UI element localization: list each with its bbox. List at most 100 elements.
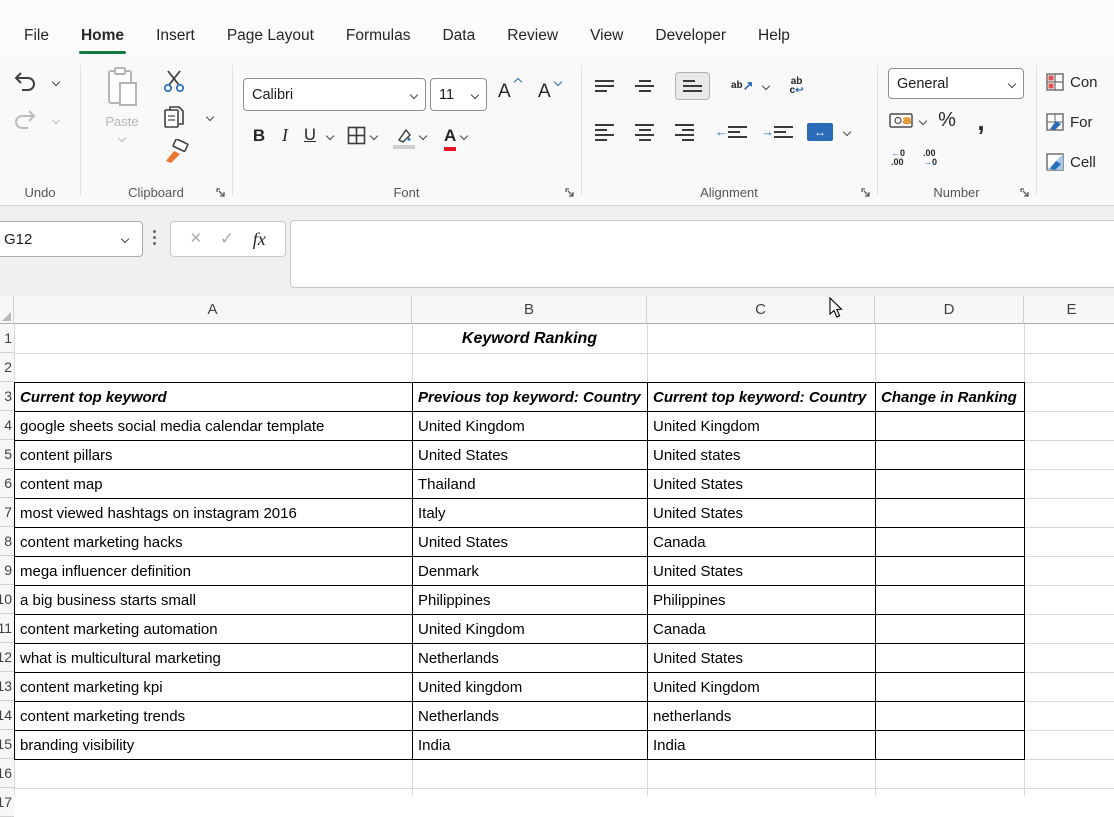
format-painter-icon[interactable] xyxy=(162,139,190,165)
copy-dropdown-icon[interactable] xyxy=(206,113,214,121)
table-cell[interactable]: United states xyxy=(648,441,876,470)
table-header-cell[interactable]: Current top keyword: Country xyxy=(648,383,876,412)
table-cell[interactable]: United Kingdom xyxy=(648,673,876,702)
table-cell[interactable]: United kingdom xyxy=(413,673,648,702)
table-cell[interactable]: United States xyxy=(648,499,876,528)
name-box[interactable]: G12 xyxy=(0,221,143,257)
table-cell[interactable] xyxy=(876,615,1025,644)
number-format-combo[interactable]: General xyxy=(888,68,1024,99)
menu-tab-file[interactable]: File xyxy=(8,27,65,57)
table-cell[interactable]: Thailand xyxy=(413,470,648,499)
align-top-icon[interactable] xyxy=(595,80,614,92)
table-cell[interactable]: content pillars xyxy=(15,441,413,470)
row-header-8[interactable]: 8 xyxy=(0,527,14,556)
table-cell[interactable]: what is multicultural marketing xyxy=(15,644,413,673)
formula-input[interactable] xyxy=(290,220,1114,288)
menu-tab-review[interactable]: Review xyxy=(491,27,574,57)
fill-color-icon[interactable] xyxy=(393,127,415,144)
row-header-11[interactable]: 11 xyxy=(0,614,14,643)
row-header-12[interactable]: 12 xyxy=(0,643,14,672)
increase-font-size-button[interactable]: A xyxy=(498,81,511,103)
clipboard-dialog-launcher-icon[interactable] xyxy=(216,186,227,197)
row-header-3[interactable]: 3 xyxy=(0,382,14,411)
undo-icon[interactable] xyxy=(12,71,38,93)
font-color-icon[interactable]: A xyxy=(444,126,456,146)
table-cell[interactable]: content map xyxy=(15,470,413,499)
decrease-font-size-button[interactable]: A xyxy=(538,81,551,103)
table-cell[interactable]: United States xyxy=(648,470,876,499)
align-left-icon[interactable] xyxy=(595,124,614,141)
table-cell[interactable] xyxy=(876,441,1025,470)
accounting-format-icon[interactable] xyxy=(889,112,915,129)
table-cell[interactable]: most viewed hashtags on instagram 2016 xyxy=(15,499,413,528)
table-cell[interactable]: content marketing hacks xyxy=(15,528,413,557)
table-cell[interactable] xyxy=(876,470,1025,499)
insert-function-icon[interactable]: fx xyxy=(253,229,266,250)
row-header-5[interactable]: 5 xyxy=(0,440,14,469)
menu-tab-help[interactable]: Help xyxy=(742,27,806,57)
formula-bar-grip-icon[interactable] xyxy=(153,230,156,245)
table-cell[interactable]: India xyxy=(413,731,648,760)
percent-style-button[interactable]: % xyxy=(926,109,968,132)
table-cell[interactable] xyxy=(876,586,1025,615)
underline-dropdown-icon[interactable] xyxy=(326,131,334,139)
table-cell[interactable]: India xyxy=(648,731,876,760)
italic-button[interactable]: I xyxy=(272,125,298,146)
table-cell[interactable]: Philippines xyxy=(413,586,648,615)
table-cell[interactable] xyxy=(876,528,1025,557)
redo-icon[interactable] xyxy=(12,109,38,131)
select-all-corner[interactable] xyxy=(0,296,14,324)
row-header-13[interactable]: 13 xyxy=(0,672,14,701)
table-cell[interactable] xyxy=(876,644,1025,673)
copy-icon[interactable] xyxy=(162,104,186,130)
paste-dropdown-icon[interactable] xyxy=(118,134,126,142)
table-header-cell[interactable]: Change in Ranking xyxy=(876,383,1025,412)
orientation-dropdown-icon[interactable] xyxy=(761,82,769,90)
enter-icon[interactable]: ✓ xyxy=(220,229,234,249)
sheet-title-cell[interactable]: Keyword Ranking xyxy=(412,324,647,353)
borders-icon[interactable] xyxy=(347,126,366,145)
table-cell[interactable]: Italy xyxy=(413,499,648,528)
table-cell[interactable]: a big business starts small xyxy=(15,586,413,615)
align-right-icon[interactable] xyxy=(675,124,694,141)
column-header-d[interactable]: D xyxy=(875,296,1024,324)
table-cell[interactable]: netherlands xyxy=(648,702,876,731)
table-cell[interactable]: Denmark xyxy=(413,557,648,586)
increase-decimal-icon[interactable]: ←0 .00 xyxy=(891,149,905,167)
row-header-4[interactable]: 4 xyxy=(0,411,14,440)
font-name-combo[interactable]: Calibri xyxy=(243,78,426,111)
row-header-9[interactable]: 9 xyxy=(0,556,14,585)
row-header-17[interactable]: 17 xyxy=(0,788,14,817)
font-color-dropdown-icon[interactable] xyxy=(460,131,468,139)
align-middle-icon[interactable] xyxy=(635,80,654,92)
underline-button[interactable]: U xyxy=(298,126,322,145)
conditional-formatting-button[interactable]: Con xyxy=(1046,73,1098,91)
paste-button[interactable]: Paste xyxy=(94,67,150,147)
table-cell[interactable]: content marketing kpi xyxy=(15,673,413,702)
number-dialog-launcher-icon[interactable] xyxy=(1020,186,1031,197)
table-cell[interactable]: United Kingdom xyxy=(413,615,648,644)
row-header-6[interactable]: 6 xyxy=(0,469,14,498)
undo-dropdown-icon[interactable] xyxy=(52,78,60,86)
menu-tab-view[interactable]: View xyxy=(574,27,639,57)
redo-dropdown-icon[interactable] xyxy=(52,116,60,124)
orientation-icon[interactable]: ab↗ xyxy=(731,81,754,91)
table-cell[interactable]: United Kingdom xyxy=(413,412,648,441)
row-header-16[interactable]: 16 xyxy=(0,759,14,788)
cancel-icon[interactable]: × xyxy=(190,228,201,250)
font-dialog-launcher-icon[interactable] xyxy=(565,186,576,197)
increase-indent-icon[interactable]: → xyxy=(761,126,786,138)
row-header-7[interactable]: 7 xyxy=(0,498,14,527)
menu-tab-page-layout[interactable]: Page Layout xyxy=(211,27,330,57)
table-cell[interactable] xyxy=(876,412,1025,441)
table-cell[interactable]: Netherlands xyxy=(413,702,648,731)
align-bottom-button[interactable] xyxy=(675,72,710,100)
table-cell[interactable]: United States xyxy=(413,441,648,470)
table-cell[interactable]: google sheets social media calendar temp… xyxy=(15,412,413,441)
row-header-15[interactable]: 15 xyxy=(0,730,14,759)
table-cell[interactable] xyxy=(876,499,1025,528)
table-cell[interactable] xyxy=(876,557,1025,586)
table-cell[interactable]: United States xyxy=(648,644,876,673)
menu-tab-home[interactable]: Home xyxy=(65,27,140,57)
bold-button[interactable]: B xyxy=(246,126,272,146)
